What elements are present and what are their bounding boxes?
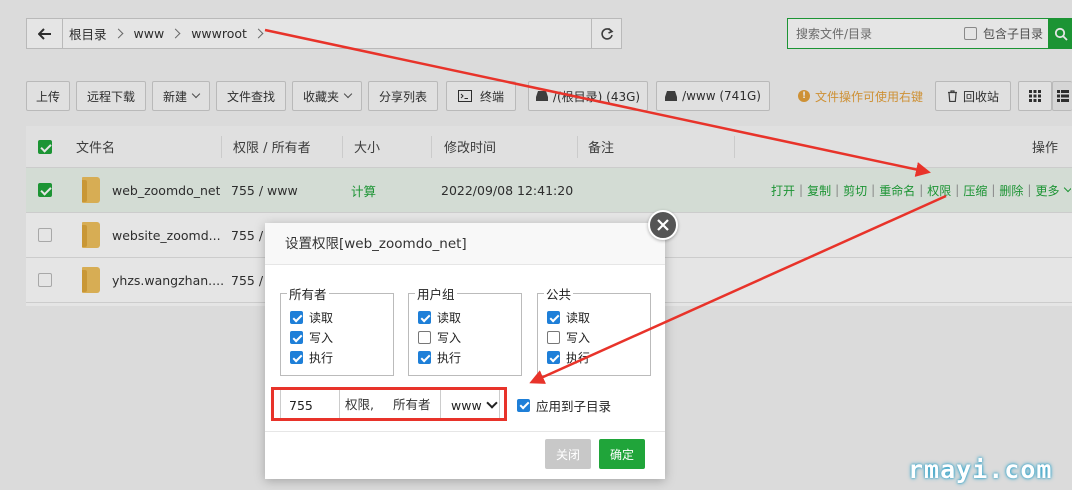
annotation-arrow	[264, 28, 931, 177]
watermark: rmayi.com	[908, 455, 1053, 484]
annotation-arrow	[529, 194, 947, 384]
annotation-arrows	[264, 28, 947, 384]
